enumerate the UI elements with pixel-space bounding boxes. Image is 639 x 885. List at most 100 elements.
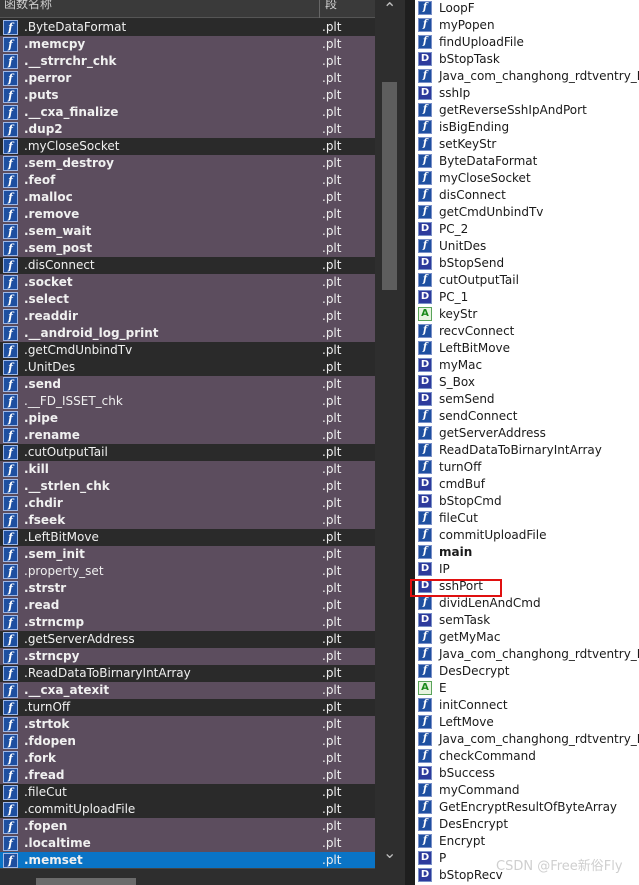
name-row[interactable]: DsshIp	[415, 85, 639, 102]
name-row[interactable]: DbStopCmd	[415, 493, 639, 510]
function-row[interactable]: f .__cxa_atexit .plt	[0, 682, 375, 699]
function-row[interactable]: f .fdopen .plt	[0, 733, 375, 750]
name-row[interactable]: D IP	[415, 561, 639, 578]
function-row[interactable]: f .dup2 .plt	[0, 121, 375, 138]
function-row[interactable]: f .UnitDes .plt	[0, 359, 375, 376]
function-row[interactable]: f .memcpy .plt	[0, 36, 375, 53]
name-row[interactable]: D S_Box	[415, 374, 639, 391]
name-row[interactable]: f DesDecrypt	[415, 663, 639, 680]
name-row[interactable]: f myPopen	[415, 17, 639, 34]
function-row[interactable]: f .turnOff .plt	[0, 699, 375, 716]
function-row[interactable]: f .chdir .plt	[0, 495, 375, 512]
name-row[interactable]: f initConnect	[415, 697, 639, 714]
function-row[interactable]: f .getServerAddress .plt	[0, 631, 375, 648]
function-row[interactable]: f .fread .plt	[0, 767, 375, 784]
function-row[interactable]: f .read .plt	[0, 597, 375, 614]
function-row[interactable]: f .perror .plt	[0, 70, 375, 87]
name-row[interactable]: f Encrypt	[415, 833, 639, 850]
name-row[interactable]: f getMyMac	[415, 629, 639, 646]
function-row[interactable]: f .kill .plt	[0, 461, 375, 478]
name-row[interactable]: f Java_com_changhong_rdtventry_RDeb	[415, 646, 639, 663]
name-row[interactable]: AkeyStr	[415, 306, 639, 323]
function-row[interactable]: f .disConnect .plt	[0, 257, 375, 274]
column-divider[interactable]	[319, 0, 320, 18]
function-row[interactable]: f .readdir .plt	[0, 308, 375, 325]
function-row[interactable]: f .feof .plt	[0, 172, 375, 189]
function-row[interactable]: f .fseek .plt	[0, 512, 375, 529]
column-header-function-name[interactable]: 函数名称	[4, 0, 316, 13]
name-row[interactable]: f getServerAddress	[415, 425, 639, 442]
function-row[interactable]: f .ReadDataToBirnaryIntArray .plt	[0, 665, 375, 682]
name-row[interactable]: f isBigEnding	[415, 119, 639, 136]
name-row[interactable]: D PC_1	[415, 289, 639, 306]
function-row[interactable]: f .send .plt	[0, 376, 375, 393]
vertical-scrollbar-thumb[interactable]	[382, 82, 397, 290]
function-row[interactable]: f .fopen .plt	[0, 818, 375, 835]
name-row[interactable]: f setKeyStr	[415, 136, 639, 153]
function-row[interactable]: f .property_set .plt	[0, 563, 375, 580]
function-row[interactable]: f .myCloseSocket .plt	[0, 138, 375, 155]
name-row[interactable]: f commitUploadFile	[415, 527, 639, 544]
name-row[interactable]: f LeftBitMove	[415, 340, 639, 357]
function-row[interactable]: f .puts .plt	[0, 87, 375, 104]
horizontal-scrollbar[interactable]	[0, 868, 375, 885]
function-row[interactable]: f .sem_post .plt	[0, 240, 375, 257]
function-row[interactable]: f .__FD_ISSET_chk .plt	[0, 393, 375, 410]
function-row[interactable]: f .remove .plt	[0, 206, 375, 223]
function-row[interactable]: f .malloc .plt	[0, 189, 375, 206]
name-row[interactable]: f DesEncrypt	[415, 816, 639, 833]
function-row[interactable]: f .__android_log_print .plt	[0, 325, 375, 342]
function-row[interactable]: f .sem_destroy .plt	[0, 155, 375, 172]
name-row[interactable]: f myCloseSocket	[415, 170, 639, 187]
name-row[interactable]: DsemSend	[415, 391, 639, 408]
function-row[interactable]: f .LeftBitMove .plt	[0, 529, 375, 546]
function-row[interactable]: f .fork .plt	[0, 750, 375, 767]
scroll-down-arrow-icon[interactable]: ⌄	[383, 845, 396, 861]
column-header-segment[interactable]: 段	[325, 0, 337, 13]
function-row[interactable]: f .rename .plt	[0, 427, 375, 444]
function-row[interactable]: f .select .plt	[0, 291, 375, 308]
name-row[interactable]: f turnOff	[415, 459, 639, 476]
function-row[interactable]: f .cutOutputTail .plt	[0, 444, 375, 461]
name-row[interactable]: f fileCut	[415, 510, 639, 527]
horizontal-scrollbar-thumb[interactable]	[36, 878, 136, 885]
name-row[interactable]: DcmdBuf	[415, 476, 639, 493]
function-row[interactable]: f .memset .plt	[0, 852, 375, 869]
name-row[interactable]: f recvConnect	[415, 323, 639, 340]
name-row[interactable]: f Java_com_changhong_rdtventry_RDeb	[415, 731, 639, 748]
name-row[interactable]: f main	[415, 544, 639, 561]
scroll-up-arrow-icon[interactable]: ⌃	[383, 1, 396, 17]
name-row[interactable]: f dividLenAndCmd	[415, 595, 639, 612]
function-row[interactable]: f .sem_init .plt	[0, 546, 375, 563]
function-row[interactable]: f .socket .plt	[0, 274, 375, 291]
name-row[interactable]: f LeftMove	[415, 714, 639, 731]
name-row[interactable]: f disConnect	[415, 187, 639, 204]
name-row[interactable]: f findUploadFile	[415, 34, 639, 51]
function-row[interactable]: f .strstr .plt	[0, 580, 375, 597]
function-row[interactable]: f .__strlen_chk .plt	[0, 478, 375, 495]
function-row[interactable]: f .__strrchr_chk .plt	[0, 53, 375, 70]
function-row[interactable]: f .strtok .plt	[0, 716, 375, 733]
function-row[interactable]: f .commitUploadFile .plt	[0, 801, 375, 818]
name-row[interactable]: f getReverseSshIpAndPort	[415, 102, 639, 119]
pane-splitter[interactable]	[405, 0, 415, 885]
name-row[interactable]: f sendConnect	[415, 408, 639, 425]
name-row[interactable]: f cutOutputTail	[415, 272, 639, 289]
function-row[interactable]: f .ByteDataFormat .plt	[0, 19, 375, 36]
function-row[interactable]: f .pipe .plt	[0, 410, 375, 427]
name-row[interactable]: f LoopF	[415, 0, 639, 17]
name-row[interactable]: DbSuccess	[415, 765, 639, 782]
name-row[interactable]: f Java_com_changhong_rdtventry_RDeb	[415, 68, 639, 85]
function-row[interactable]: f .__cxa_finalize .plt	[0, 104, 375, 121]
name-row[interactable]: f getCmdUnbindTv	[415, 204, 639, 221]
name-row[interactable]: f ReadDataToBirnaryIntArray	[415, 442, 639, 459]
vertical-scrollbar[interactable]: ⌃ ⌄	[375, 0, 405, 885]
name-row[interactable]: DsemTask	[415, 612, 639, 629]
name-row[interactable]: f GetEncryptResultOfByteArray	[415, 799, 639, 816]
name-row[interactable]: f myCommand	[415, 782, 639, 799]
name-row[interactable]: DbStopSend	[415, 255, 639, 272]
name-row[interactable]: AE	[415, 680, 639, 697]
function-row[interactable]: f .fileCut .plt	[0, 784, 375, 801]
name-row[interactable]: D PC_2	[415, 221, 639, 238]
function-row[interactable]: f .sem_wait .plt	[0, 223, 375, 240]
